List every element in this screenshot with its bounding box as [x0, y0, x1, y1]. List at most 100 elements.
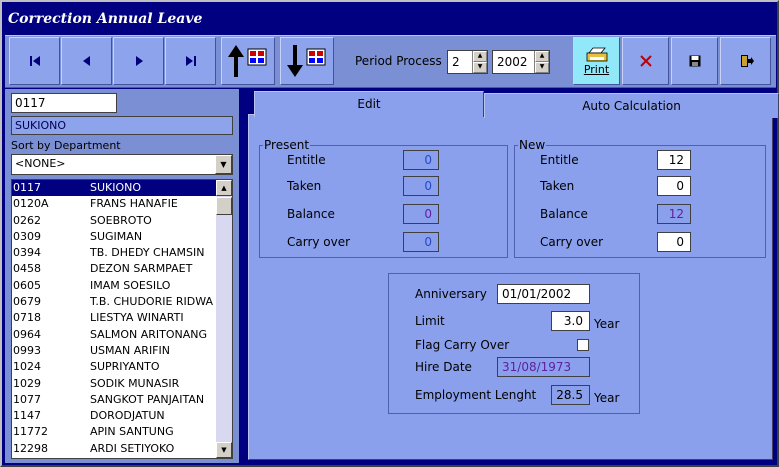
new-entitle-field[interactable]: 12 — [657, 150, 691, 170]
flag-carry-over-checkbox[interactable] — [577, 339, 589, 351]
list-item[interactable]: 0718 LIESTYA WINARTI — [12, 310, 218, 326]
list-scrollbar[interactable]: ▲ ▼ — [216, 180, 232, 458]
list-item[interactable]: 0120A FRANS HANAFIE — [12, 196, 218, 212]
limit-field[interactable]: 3.0 — [551, 311, 590, 331]
employee-code: 11772 — [13, 425, 48, 439]
list-item[interactable]: 11772 APIN SANTUNG — [12, 424, 218, 440]
chevron-down-icon[interactable]: ▼ — [215, 155, 232, 174]
first-record-button[interactable] — [9, 37, 60, 85]
next-icon — [135, 56, 143, 66]
employee-code: 1147 — [13, 409, 41, 423]
employee-name: SUPRIYANTO — [90, 360, 160, 374]
scroll-up-icon[interactable]: ▲ — [216, 180, 232, 196]
new-carry-over-label: Carry over — [540, 235, 604, 249]
new-balance-field: 12 — [657, 204, 691, 224]
employee-code: 0458 — [13, 262, 41, 276]
employee-name: SODIK MUNASIR — [90, 376, 180, 390]
previous-record-button[interactable] — [61, 37, 112, 85]
new-legend: New — [519, 138, 546, 152]
close-icon — [639, 55, 652, 67]
list-item[interactable]: 1024 SUPRIYANTO — [12, 359, 218, 375]
employee-code: 0309 — [13, 229, 41, 243]
employee-name: TB. DHEDY CHAMSIN — [90, 246, 205, 260]
employee-code: 0262 — [13, 213, 41, 227]
list-item[interactable]: 0394 TB. DHEDY CHAMSIN — [12, 245, 218, 261]
new-taken-field[interactable]: 0 — [657, 176, 691, 196]
employee-name-field: SUKIONO — [11, 116, 233, 135]
new-entitle-label: Entitle — [540, 153, 579, 167]
list-item[interactable]: 0679 T.B. CHUDORIE RIDWA — [12, 294, 218, 310]
spin-down-icon[interactable]: ▼ — [535, 62, 549, 73]
employee-code: 1077 — [13, 392, 41, 406]
present-balance-label: Balance — [287, 207, 335, 221]
period-year-spinner[interactable]: 2002 ▲ ▼ — [492, 50, 550, 74]
tab-auto-calculation[interactable]: Auto Calculation — [484, 93, 779, 118]
new-taken-label: Taken — [540, 179, 575, 193]
present-taken-label: Taken — [287, 179, 322, 193]
list-item[interactable]: 0605 IMAM SOESILO — [12, 278, 218, 294]
employee-name: SALMON ARITONANG — [90, 327, 208, 341]
exit-button[interactable] — [720, 37, 771, 85]
present-taken-field: 0 — [403, 176, 439, 196]
save-icon — [689, 55, 700, 67]
list-item[interactable]: 1029 SODIK MUNASIR — [12, 376, 218, 392]
spin-down-icon[interactable]: ▼ — [473, 62, 487, 73]
spin-up-icon[interactable]: ▲ — [535, 51, 549, 62]
sort-department-select[interactable]: <NONE> ▼ — [11, 154, 233, 175]
employee-name: SANGKOT PANJAITAN — [90, 392, 205, 406]
scroll-down-icon[interactable]: ▼ — [216, 442, 232, 458]
spin-up-icon[interactable]: ▲ — [473, 51, 487, 62]
list-item[interactable]: 1077 SANGKOT PANJAITAN — [12, 392, 218, 408]
employee-code: 12298 — [13, 441, 48, 455]
employee-name: SUGIMAN — [90, 229, 143, 243]
move-up-button[interactable] — [221, 37, 275, 85]
new-balance-label: Balance — [540, 207, 588, 221]
list-item[interactable]: 1147 DORODJATUN — [12, 408, 218, 424]
exit-door-icon — [740, 55, 754, 67]
present-carry-over-label: Carry over — [287, 235, 351, 249]
list-item[interactable]: 0458 DEZON SARMPAET — [12, 261, 218, 277]
list-item[interactable]: 0964 SALMON ARITONANG — [12, 327, 218, 343]
new-carry-over-field[interactable]: 0 — [657, 232, 691, 252]
tab-edit[interactable]: Edit — [254, 91, 484, 117]
previous-icon — [82, 56, 90, 66]
save-button[interactable] — [671, 37, 718, 85]
list-item[interactable]: 0117 SUKIONO — [12, 180, 218, 197]
employee-name: FRANS HANAFIE — [90, 197, 178, 211]
limit-unit: Year — [594, 317, 620, 331]
employee-code: 0117 — [13, 181, 41, 194]
present-legend: Present — [264, 138, 310, 152]
employee-name: USMAN ARIFIN — [90, 343, 170, 357]
present-balance-field: 0 — [403, 204, 439, 224]
delete-button[interactable] — [622, 37, 669, 85]
employee-rows: 0117 SUKIONO 0120A FRANS HANAFIE 0262 SOEBROT… — [12, 180, 232, 457]
employee-name: LIESTYA WINARTI — [90, 311, 184, 325]
window-title: Correction Annual Leave — [8, 11, 203, 27]
employee-name: DEZON SARMPAET — [90, 262, 193, 276]
employee-code: 1024 — [13, 360, 41, 374]
employee-code-field[interactable]: 0117 — [11, 93, 117, 113]
move-down-button[interactable] — [280, 37, 334, 85]
employee-code: 1029 — [13, 376, 41, 390]
anniversary-label: Anniversary — [415, 287, 487, 301]
employee-code: 0120A — [13, 197, 49, 211]
print-button[interactable]: Print — [573, 37, 620, 85]
print-label: Print — [583, 62, 610, 76]
window: Correction Annual Leave Period Process 2… — [0, 0, 779, 467]
employee-list[interactable]: 0117 SUKIONO 0120A FRANS HANAFIE 0262 SOEBROT… — [11, 179, 233, 459]
employee-name: IMAM SOESILO — [90, 278, 171, 292]
last-record-button[interactable] — [165, 37, 216, 85]
anniversary-field[interactable]: 01/01/2002 — [497, 284, 590, 304]
list-item[interactable]: 0309 SUGIMAN — [12, 229, 218, 245]
last-icon — [185, 56, 196, 66]
employee-code: 0964 — [13, 327, 41, 341]
period-year-value: 2002 — [497, 55, 528, 69]
scroll-thumb[interactable] — [216, 197, 232, 215]
list-item[interactable]: 0262 SOEBROTO — [12, 213, 218, 229]
arrow-down-icon — [287, 45, 326, 77]
period-month-spinner[interactable]: 2 ▲ ▼ — [447, 50, 488, 74]
list-item[interactable]: 0993 USMAN ARIFIN — [12, 343, 218, 359]
employee-code: 0679 — [13, 295, 41, 309]
next-record-button[interactable] — [113, 37, 164, 85]
list-item[interactable]: 12298 ARDI SETIYOKO — [12, 441, 218, 457]
